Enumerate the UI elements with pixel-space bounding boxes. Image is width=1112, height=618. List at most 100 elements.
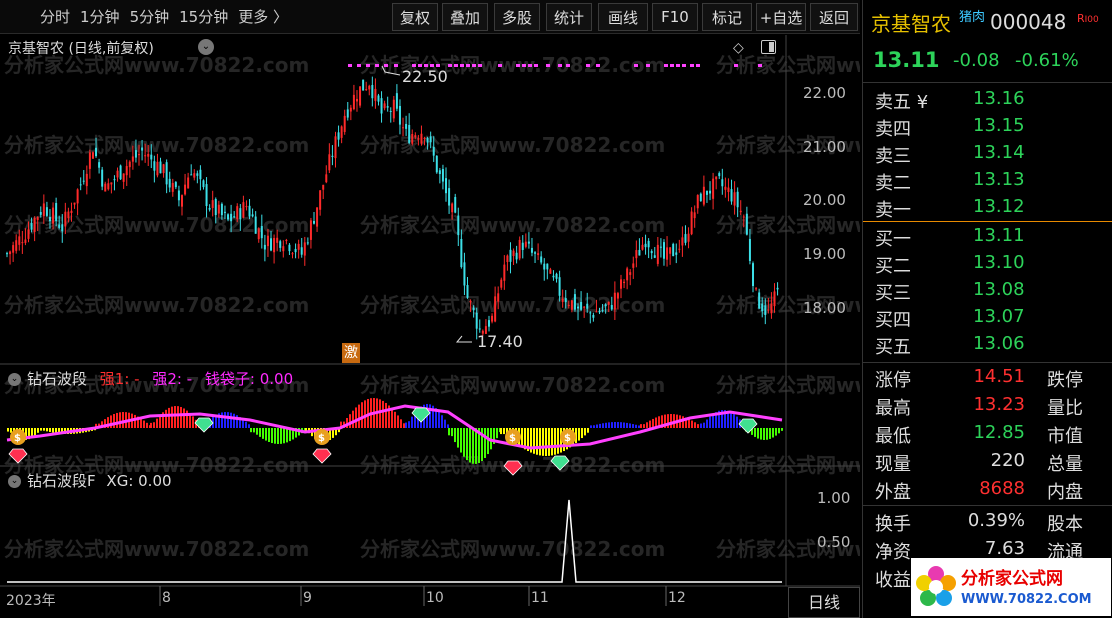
candle-body: [6, 253, 8, 255]
candle-body: [276, 237, 279, 243]
indicator-bar: [475, 428, 477, 464]
restore-rights-button[interactable]: 复权: [392, 3, 438, 31]
mark-button[interactable]: 标记: [702, 3, 752, 31]
stat-label: 最高: [875, 398, 911, 419]
indicator-bar: [355, 407, 357, 428]
indicator-bar: [451, 428, 453, 437]
draw-line-button[interactable]: 画线: [598, 3, 648, 31]
indicator-bar: [227, 412, 229, 428]
indicator-bar: [156, 418, 158, 428]
candle-body: [288, 244, 291, 252]
candle-body: [540, 256, 543, 263]
stat-row: 最高 13.23 量比: [863, 394, 1112, 422]
sector-tag[interactable]: 猪肉: [959, 6, 985, 25]
indicator-bar: [134, 414, 136, 428]
y-tick-22: 22.00: [803, 84, 846, 102]
candle-body: [116, 170, 119, 178]
indicator-bar: [733, 414, 735, 428]
candle-body: [610, 305, 613, 310]
y-tick-18: 18.00: [803, 299, 846, 317]
orderbook-buy1: 买一 13.11: [875, 225, 1025, 250]
candle-body: [282, 246, 285, 252]
y-tick-20: 20.00: [803, 191, 846, 209]
tab-15min[interactable]: 15分钟: [169, 6, 228, 27]
back-button[interactable]: 返回: [810, 3, 858, 31]
low-price-label: 17.40: [477, 332, 523, 351]
watermark-text: 分析家公式网www.70822.com: [4, 537, 309, 561]
stat-value: 12.85: [973, 422, 1025, 443]
indicator-bar: [557, 428, 559, 454]
chevron-down-icon[interactable]: ⌄: [8, 373, 21, 386]
indicator-bar: [596, 424, 598, 428]
orderbook-sell5: 卖五 ¥13.16: [875, 88, 1025, 113]
signal-dot: [460, 64, 464, 67]
candle-body: [518, 239, 521, 259]
candle-body: [58, 224, 61, 228]
tab-more[interactable]: 更多 〉: [228, 6, 288, 27]
indicator-bar: [599, 423, 601, 428]
stat-value: 0.39%: [967, 510, 1025, 531]
candle-body: [156, 161, 159, 176]
statistics-button[interactable]: 统计: [546, 3, 592, 31]
r-tag: RI00: [1077, 12, 1099, 25]
candle-body: [319, 190, 322, 210]
indicator-bar: [444, 419, 446, 428]
candle-body: [715, 176, 718, 180]
candle-body: [309, 220, 312, 240]
high-price-label: 22.50: [402, 67, 448, 86]
candle-body: [736, 191, 739, 208]
candle-body: [758, 292, 761, 309]
period-selector[interactable]: 日线: [788, 587, 860, 618]
candle-body: [546, 263, 549, 270]
candle-body: [322, 184, 325, 190]
indicator-bar: [405, 422, 407, 428]
diamond-outline-icon[interactable]: ◇: [733, 40, 744, 56]
candle-body: [678, 248, 681, 250]
candle-body: [61, 224, 64, 232]
candle-body: [313, 220, 315, 224]
kline-chart-area[interactable]: 分析家公式网www.70822.com 分析家公式网www.70822.com 分析…: [0, 35, 860, 618]
candle-body: [153, 161, 156, 171]
indicator-bar: [408, 421, 410, 428]
tab-timeshare[interactable]: 分时: [0, 6, 70, 27]
tab-5min[interactable]: 5分钟: [120, 6, 170, 27]
chevron-down-icon[interactable]: ⌄: [8, 475, 21, 488]
candle-body: [702, 186, 705, 205]
f10-button[interactable]: F10: [652, 3, 698, 31]
stat-label: 最低: [875, 426, 911, 447]
candle-body: [171, 182, 174, 192]
signal-dot: [664, 64, 668, 67]
candle-body: [408, 124, 411, 143]
candle-body: [95, 147, 98, 157]
panel-toggle-icon[interactable]: [761, 40, 776, 54]
money-bag-symbol: $: [564, 433, 571, 444]
chevron-down-icon[interactable]: ⌄: [198, 39, 214, 55]
indicator-bar: [697, 424, 699, 428]
chart-title: 京基智农 (日线,前复权): [8, 41, 154, 57]
signal-dot: [546, 64, 550, 67]
candle-body: [650, 251, 653, 254]
indicator-bar: [230, 412, 232, 428]
candle-body: [705, 190, 708, 195]
signal-dot: [394, 64, 398, 67]
overlay-button[interactable]: 叠加: [442, 3, 488, 31]
indicator-bar: [183, 408, 185, 428]
candle-body: [98, 162, 101, 168]
candle-body: [144, 155, 147, 157]
multi-stock-button[interactable]: 多股: [494, 3, 540, 31]
candle-body: [402, 127, 405, 129]
tab-1min[interactable]: 1分钟: [70, 6, 120, 27]
candle-body: [316, 207, 319, 227]
indicator-bar: [34, 428, 36, 436]
candle-body: [122, 173, 125, 182]
candle-body: [70, 210, 73, 214]
candle-body: [420, 133, 423, 144]
candle-body: [45, 207, 48, 216]
candle-body: [503, 264, 506, 281]
candle-body: [607, 301, 610, 305]
candle-body: [73, 202, 76, 205]
add-favorite-button[interactable]: +自选: [756, 3, 806, 31]
indicator-bar: [460, 428, 462, 453]
indicator-bar: [256, 428, 258, 435]
candle-body: [362, 79, 365, 91]
